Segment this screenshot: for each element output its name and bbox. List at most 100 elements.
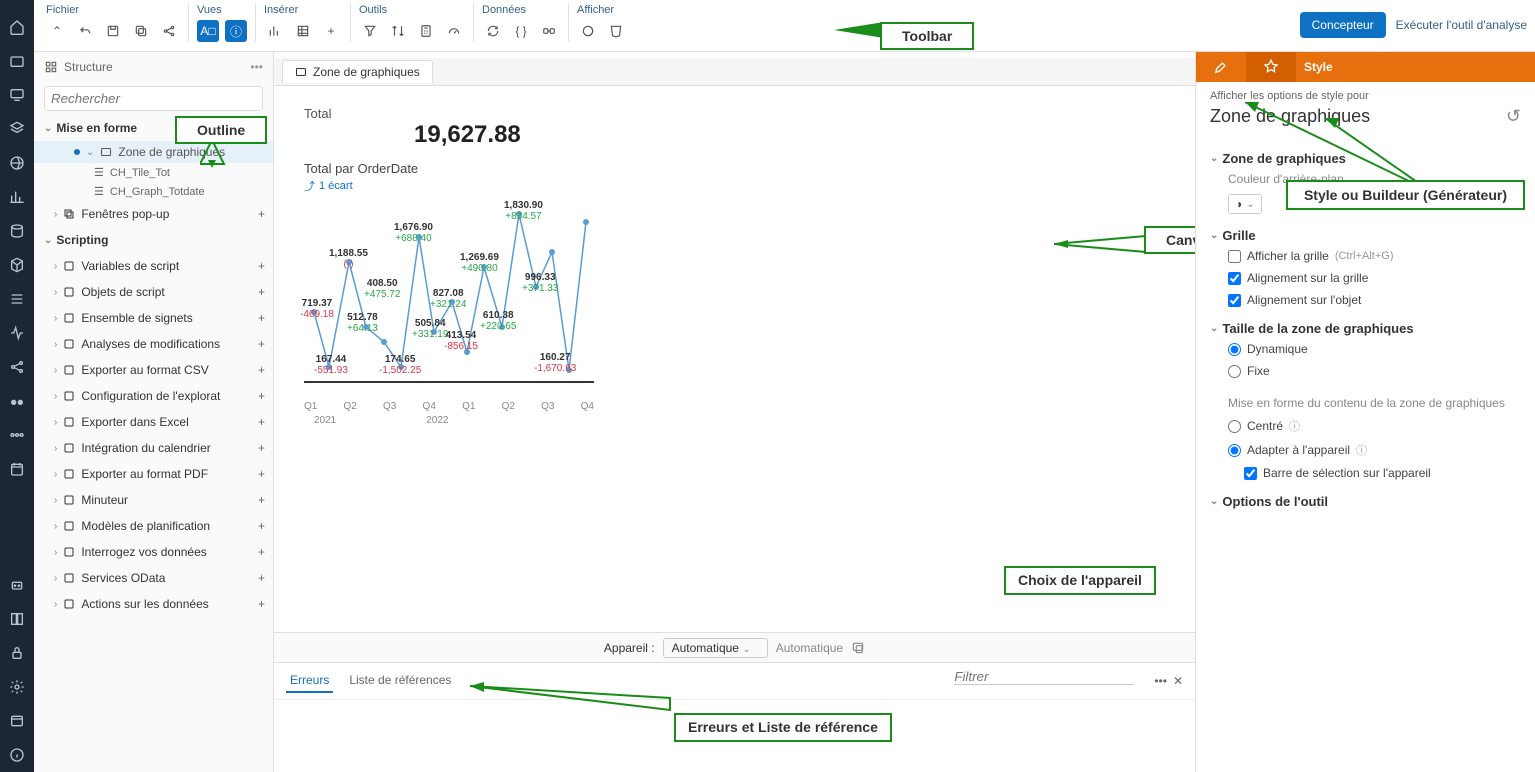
section-size[interactable]: ⌄Taille de la zone de graphiques [1210,321,1521,336]
data-braces-icon[interactable]: { } [510,20,532,42]
cube-icon[interactable] [0,248,34,282]
more-icon[interactable]: ••• [250,60,263,74]
book-icon[interactable] [0,602,34,636]
menu-tools[interactable]: Outils [359,4,465,18]
radio-dynamic[interactable] [1228,343,1241,356]
item-canvas[interactable]: ⌄ Zone de graphiques [34,141,273,163]
script-item[interactable]: › Intégration du calendrier+ [34,435,273,461]
line-chart[interactable]: 719.37-469.18167.44-551.931,188.55(-)512… [304,202,604,412]
designer-button[interactable]: Concepteur [1300,12,1386,38]
add-icon[interactable]: + [258,337,265,351]
add-icon[interactable]: + [258,519,265,533]
bgcolor-select[interactable]: ◑ ⌄ [1228,194,1262,214]
info-icon[interactable] [0,738,34,772]
item-popups[interactable]: › Fenêtres pop-up+ [34,201,273,227]
radio-fixed[interactable] [1228,365,1241,378]
menu-data[interactable]: Données [482,4,560,18]
device-select[interactable]: Automatique ⌄ [663,638,768,658]
add-popup-icon[interactable]: + [258,207,265,221]
script-item[interactable]: › Exporter au format CSV+ [34,357,273,383]
menu-views[interactable]: Vues [197,4,247,18]
add-icon[interactable]: + [258,597,265,611]
pulse-icon[interactable] [0,316,34,350]
style-tab-icon[interactable] [1246,52,1296,82]
errors-more-icon[interactable]: ••• [1154,674,1167,688]
menu-insert[interactable]: Insérer [264,4,342,18]
add-icon[interactable]: + [258,441,265,455]
view-controls-icon[interactable]: A□ [197,20,219,42]
folder-icon[interactable] [0,44,34,78]
errors-filter-input[interactable] [954,669,1134,685]
copy-icon[interactable] [130,20,152,42]
window-icon[interactable] [0,704,34,738]
tab-references[interactable]: Liste de références [345,669,455,693]
canvas-tab[interactable]: Zone de graphiques [282,60,433,83]
menu-file[interactable]: Fichier [46,4,180,18]
share-nodes-icon[interactable] [158,20,180,42]
layers-icon[interactable] [0,112,34,146]
tool-calc-icon[interactable] [415,20,437,42]
add-icon[interactable]: + [258,493,265,507]
monitor-icon[interactable] [0,78,34,112]
chevron-up-icon[interactable]: ⌃ [46,20,68,42]
insert-table-icon[interactable] [292,20,314,42]
script-item[interactable]: › Services OData+ [34,565,273,591]
add-icon[interactable]: + [258,259,265,273]
data-link-icon[interactable] [538,20,560,42]
section-tool[interactable]: ⌄Options de l'outil [1210,494,1521,509]
script-item[interactable]: › Objets de script+ [34,279,273,305]
undo-icon[interactable] [74,20,96,42]
add-icon[interactable]: + [258,285,265,299]
display-css-icon[interactable] [605,20,627,42]
lock-icon[interactable] [0,636,34,670]
save-icon[interactable] [102,20,124,42]
section-grid[interactable]: ⌄Grille [1210,228,1521,243]
outline-search-input[interactable] [44,86,263,111]
robot-icon[interactable] [0,568,34,602]
home-icon[interactable] [0,10,34,44]
add-icon[interactable]: + [258,467,265,481]
database-icon[interactable] [0,214,34,248]
script-item[interactable]: › Variables de script+ [34,253,273,279]
add-icon[interactable]: + [258,545,265,559]
item-tile-tot[interactable]: ☰ CH_Tile_Tot [34,163,273,182]
insert-chart-icon[interactable] [264,20,286,42]
script-item[interactable]: › Actions sur les données+ [34,591,273,617]
radio-center[interactable] [1228,420,1241,433]
share-icon[interactable] [0,350,34,384]
run-tool-button[interactable]: Exécuter l'outil d'analyse [1396,18,1527,32]
add-icon[interactable]: + [258,571,265,585]
device-icon[interactable] [851,641,865,655]
tool-filter-icon[interactable] [359,20,381,42]
script-item[interactable]: › Configuration de l'explorat+ [34,383,273,409]
tool-sort-icon[interactable] [387,20,409,42]
chk-show-grid[interactable] [1228,250,1241,263]
chk-device-bar[interactable] [1244,467,1257,480]
add-icon[interactable]: + [258,363,265,377]
script-item[interactable]: › Minuteur+ [34,487,273,513]
chart-deviation[interactable]: ⤴ 1 écart [304,178,1165,194]
connect-icon[interactable] [0,418,34,452]
script-item[interactable]: › Ensemble de signets+ [34,305,273,331]
reset-icon[interactable]: ↺ [1506,106,1521,127]
chart-icon[interactable] [0,180,34,214]
radio-fit[interactable] [1228,444,1241,457]
tile-total[interactable]: Total 19,627.88 [304,106,1165,149]
view-info-icon[interactable]: ⓘ [225,20,247,42]
add-icon[interactable]: + [258,415,265,429]
errors-close-icon[interactable]: ✕ [1173,674,1183,688]
chk-snap-obj[interactable] [1228,294,1241,307]
display-style-icon[interactable] [577,20,599,42]
script-item[interactable]: › Analyses de modifications+ [34,331,273,357]
gear-icon[interactable] [0,670,34,704]
data-refresh-icon[interactable] [482,20,504,42]
insert-plus-icon[interactable]: + [320,20,342,42]
calendar-icon[interactable] [0,452,34,486]
menu-display[interactable]: Afficher [577,4,627,18]
script-item[interactable]: › Exporter au format PDF+ [34,461,273,487]
chk-snap-grid[interactable] [1228,272,1241,285]
binoculars-icon[interactable] [0,384,34,418]
item-graph-totdate[interactable]: ☰ CH_Graph_Totdate [34,182,273,201]
globe-icon[interactable] [0,146,34,180]
tool-gauge-icon[interactable] [443,20,465,42]
